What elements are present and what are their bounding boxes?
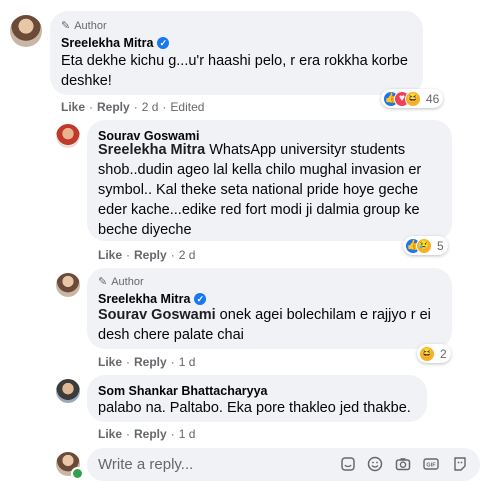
online-status-indicator — [71, 467, 84, 480]
comment-text: Sourav Goswami onek agei bolechilam e ra… — [98, 307, 431, 343]
timestamp[interactable]: 2 d — [179, 248, 196, 262]
pencil-icon: ✎ — [98, 276, 108, 288]
svg-text:GIF: GIF — [426, 463, 436, 469]
avatar-sticker-icon[interactable] — [452, 456, 468, 472]
verified-badge-icon: ✓ — [194, 293, 207, 305]
comment-text: Eta dekhe kichu g...u'r haashi pelo, r e… — [61, 53, 408, 89]
edited-label: Edited — [170, 100, 205, 114]
like-button[interactable]: Like — [61, 100, 85, 114]
reply-button[interactable]: Reply — [134, 427, 167, 441]
like-button[interactable]: Like — [98, 355, 122, 369]
comment-text: palabo na. Paltabo. Eka pore thakleo jed… — [98, 400, 411, 416]
reply-placeholder: Write a reply... — [98, 456, 194, 473]
reaction-summary[interactable]: 👍 ♥ 😆 46 — [381, 89, 444, 108]
reply-input[interactable]: Write a reply... GIF — [87, 448, 480, 481]
reaction-summary[interactable]: 😆 2 — [417, 344, 451, 363]
reaction-summary[interactable]: 👍 😢 5 — [403, 236, 448, 255]
haha-reaction-icon: 😆 — [405, 90, 421, 107]
commenter-name[interactable]: Som Shankar Bhattacharyya — [98, 384, 268, 398]
reply-button[interactable]: Reply — [134, 248, 167, 262]
commenter-name[interactable]: Sreelekha Mitra ✓ — [61, 36, 170, 50]
gif-icon[interactable]: GIF — [423, 456, 439, 472]
reply-button[interactable]: Reply — [134, 355, 167, 369]
comment-actions: Like · Reply · 2 d · Edited — [61, 100, 205, 114]
pencil-icon: ✎ — [61, 20, 71, 32]
haha-reaction-icon: 😆 — [419, 345, 435, 362]
author-badge: ✎ Author — [61, 19, 107, 33]
comment-actions: Like · Reply · 2 d — [98, 248, 196, 262]
avatar[interactable] — [56, 379, 80, 403]
timestamp[interactable]: 1 d — [179, 427, 196, 441]
sad-reaction-icon: 😢 — [416, 237, 432, 254]
like-button[interactable]: Like — [98, 248, 122, 262]
sticker-icon[interactable] — [340, 456, 356, 472]
mention-link[interactable]: Sreelekha Mitra — [98, 142, 205, 158]
reply-button[interactable]: Reply — [97, 100, 130, 114]
comment-actions: Like · Reply · 1 d — [98, 427, 196, 441]
avatar[interactable] — [56, 273, 80, 297]
comment-actions: Like · Reply · 1 d — [98, 355, 196, 369]
verified-badge-icon: ✓ — [157, 37, 170, 49]
emoji-icon[interactable] — [367, 456, 383, 472]
author-badge: ✎ Author — [98, 275, 144, 289]
timestamp[interactable]: 1 d — [179, 355, 196, 369]
comment-text: Sreelekha Mitra WhatsApp universityr stu… — [98, 142, 422, 238]
commenter-name[interactable]: Sreelekha Mitra ✓ — [98, 292, 207, 306]
avatar[interactable] — [10, 15, 42, 47]
timestamp[interactable]: 2 d — [142, 100, 159, 114]
avatar[interactable] — [56, 124, 80, 148]
like-button[interactable]: Like — [98, 427, 122, 441]
camera-icon[interactable] — [395, 456, 411, 472]
mention-link[interactable]: Sourav Goswami — [98, 307, 216, 323]
